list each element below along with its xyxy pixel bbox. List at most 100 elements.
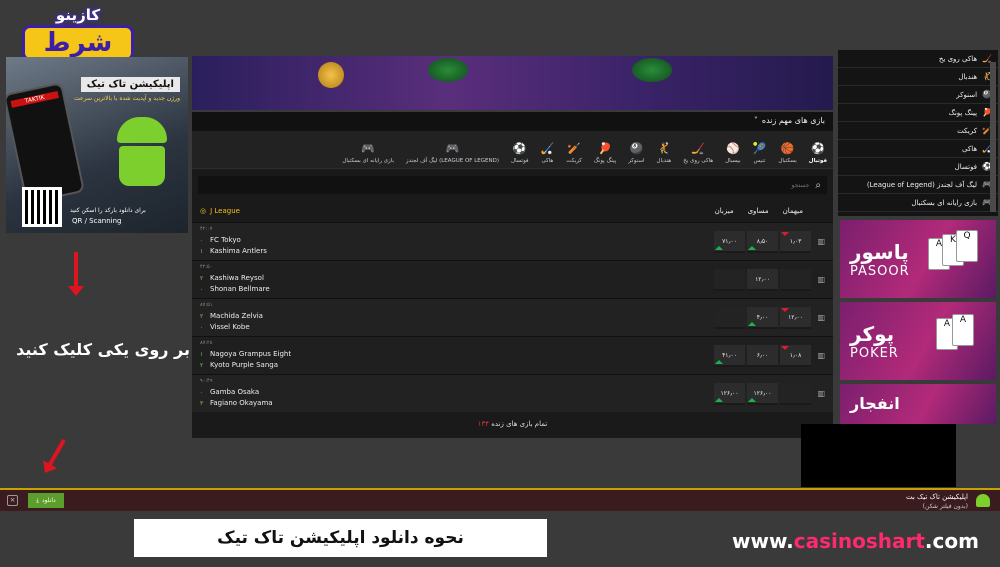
sidebar-sport-item[interactable]: 🎱 اسنوکر bbox=[838, 86, 998, 104]
odds-button[interactable]: ۸٫۵۰ bbox=[747, 231, 778, 253]
important-live-header[interactable]: بازی های مهم زنده ˅ bbox=[192, 112, 833, 131]
tab-sport[interactable]: 🎮 لیگ آف لجندز (LEAGUE OF LEGEND) bbox=[400, 142, 505, 164]
casinoshart-logo[interactable]: کازینو شرط bbox=[22, 6, 134, 64]
team-line: ۲ Machida Zelvia bbox=[200, 311, 263, 322]
ad-title: اپلیکیشن تاک تیک bbox=[80, 77, 180, 92]
casino-chip-icon bbox=[428, 58, 468, 82]
odds-button[interactable] bbox=[780, 269, 811, 291]
tab-label: هندبال bbox=[656, 158, 672, 164]
stats-icon[interactable]: ▥ bbox=[817, 237, 825, 246]
sport-icon: 🎮 bbox=[361, 142, 375, 155]
promo-title-fa: انفجار bbox=[850, 394, 900, 413]
tab-sport[interactable]: 🏀 بسکتبال bbox=[772, 142, 802, 164]
tab-label: بسکتبال bbox=[778, 158, 797, 164]
odds-button[interactable]: ۱۲۶٫۰۰ bbox=[714, 383, 745, 405]
odds-button[interactable]: ۱۲٫۰۰ bbox=[747, 269, 778, 291]
promo-crash[interactable]: انفجار bbox=[840, 384, 996, 424]
odds-button[interactable]: ۷۱٫۰۰ bbox=[714, 231, 745, 253]
tab-sport[interactable]: ⚾ بیسبال bbox=[719, 142, 746, 164]
search-icon[interactable]: ⌕ bbox=[815, 180, 821, 191]
odds-button[interactable] bbox=[714, 307, 745, 329]
tab-sport[interactable]: 🏓 پینگ پونگ bbox=[588, 142, 622, 164]
casino-hero-banner[interactable] bbox=[192, 56, 833, 110]
odds-button[interactable]: ۱۲٫۰۰ bbox=[780, 307, 811, 329]
sidebar-sport-item[interactable]: ⚽ فوتسال bbox=[838, 158, 998, 176]
promo-title-en: POKER bbox=[850, 346, 899, 361]
tab-label: تنیس bbox=[753, 158, 766, 164]
arrow-down-icon bbox=[68, 252, 84, 296]
sidebar-sport-item[interactable]: 🎮 لیگ آف لجندز (League of Legend) bbox=[838, 176, 998, 194]
download-bar-title: اپلیکیشن تاک تیک بت bbox=[905, 493, 968, 501]
tab-sport[interactable]: 🎮 بازی رایانه ای بسکتبال bbox=[336, 142, 400, 164]
odds-button[interactable]: ۱۲۶٫۰۰ bbox=[747, 383, 778, 405]
match-row[interactable]: ۸۷:۵۱ ۲ Machida Zelvia ۰ Vissel Kobe ۴٫۰۰ ۱۲٫۰… bbox=[192, 298, 833, 336]
sidebar-sport-item[interactable]: 🏑 هاکی bbox=[838, 140, 998, 158]
sidebar-item-label: پینگ پونگ bbox=[948, 108, 978, 117]
odds-button[interactable] bbox=[780, 383, 811, 405]
column-guest: میهمان bbox=[782, 207, 803, 215]
stats-icon[interactable]: ▥ bbox=[817, 275, 825, 284]
match-time: ۸۷:۲۸ bbox=[200, 340, 213, 346]
sidebar-sport-item[interactable]: 🏒 هاکی روی یخ bbox=[838, 50, 998, 68]
home-score: ۲ bbox=[200, 275, 204, 282]
tab-sport[interactable]: 🏏 کریکت bbox=[560, 142, 588, 164]
home-score: ۱ bbox=[200, 351, 204, 358]
match-row[interactable]: ۴۲:۰۷ ۰ FC Tokyo ۱ Kashima Antlers ۷۱٫۰۰ ۸٫۵۰ ۱… bbox=[192, 222, 833, 260]
odds-button[interactable] bbox=[714, 269, 745, 291]
android-icon bbox=[976, 494, 990, 507]
match-row[interactable]: ۸۷:۲۸ ۱ Nagoya Grampus Eight ۲ Kyoto Purple … bbox=[192, 336, 833, 374]
download-icon: ⤓ bbox=[36, 496, 39, 504]
odds-button[interactable]: ۱٫۰۸ bbox=[780, 345, 811, 367]
home-team: Kashiwa Reysol bbox=[210, 274, 264, 282]
qr-code-icon bbox=[22, 187, 62, 227]
tab-sport[interactable]: ⚽ فوتسال bbox=[505, 142, 535, 164]
stats-icon[interactable]: ▥ bbox=[817, 313, 825, 322]
sidebar-item-label: لیگ آف لجندز (League of Legend) bbox=[866, 180, 978, 189]
close-icon[interactable]: × bbox=[7, 495, 18, 506]
casino-chip-icon bbox=[318, 62, 344, 88]
sidebar-item-label: فوتسال bbox=[954, 162, 978, 171]
match-row[interactable]: ۹۰:۴۹ ۰ Gamba Osaka ۳ Fagiano Okayama ۱۲۶٫۰۰ ۱… bbox=[192, 374, 833, 412]
promo-title-en: PASOOR bbox=[850, 264, 910, 279]
promo-pasoor[interactable]: پاسور PASOOR AKQ bbox=[840, 220, 996, 298]
sidebar-scrollbar[interactable] bbox=[990, 62, 996, 212]
phone-brand: TAKTIK bbox=[10, 91, 59, 108]
taktik-app-ad-banner[interactable]: TAKTIK اپلیکیشن تاک تیک ورژن جدید و آپدی… bbox=[6, 57, 188, 233]
match-teams: ۱ Nagoya Grampus Eight ۲ Kyoto Purple Sanga bbox=[200, 349, 291, 371]
promo-poker[interactable]: پوکر POKER AA bbox=[840, 302, 996, 380]
sports-sidebar: 🏒 هاکی روی یخ 🤾 هندبال 🎱 اسنوکر 🏓 پینگ پونگ 🏏 کری… bbox=[838, 50, 998, 216]
tab-sport[interactable]: ⚽ فوتبال bbox=[803, 142, 833, 164]
search-bar: ⌕ bbox=[198, 176, 827, 194]
sidebar-sport-item[interactable]: 🏓 پینگ پونگ bbox=[838, 104, 998, 122]
team-line: ۰ Gamba Osaka bbox=[200, 387, 273, 398]
team-line: ۱ Nagoya Grampus Eight bbox=[200, 349, 291, 360]
tab-label: هاکی روی یخ bbox=[683, 158, 714, 164]
team-line: ۲ Kashiwa Reysol bbox=[200, 273, 270, 284]
tab-sport[interactable]: 🎾 تنیس bbox=[747, 142, 773, 164]
sidebar-sport-item[interactable]: 🎮 بازی رایانه ای بسکتبال bbox=[838, 194, 998, 212]
tab-sport[interactable]: 🎱 اسنوکر bbox=[622, 142, 650, 164]
tab-sport[interactable]: 🤾 هندبال bbox=[651, 142, 678, 164]
tab-sport[interactable]: 🏒 هاکی روی یخ bbox=[677, 142, 719, 164]
odds-button[interactable]: ۴٫۰۰ bbox=[747, 307, 778, 329]
odds-button[interactable]: ۱٫۰۳ bbox=[780, 231, 811, 253]
sidebar-sport-item[interactable]: 🤾 هندبال bbox=[838, 68, 998, 86]
sport-icon: 🎮 bbox=[445, 142, 460, 155]
instruction-text: بر روی یکی کلیک کنید bbox=[16, 340, 190, 359]
sidebar-sport-item[interactable]: 🏏 کریکت bbox=[838, 122, 998, 140]
overlay-box bbox=[801, 424, 956, 487]
stats-icon[interactable]: ▥ bbox=[817, 389, 825, 398]
qr-scanning-label: QR / Scanning bbox=[72, 217, 122, 225]
odds-button[interactable]: ۴۱٫۰۰ bbox=[714, 345, 745, 367]
odds-button[interactable]: ۶٫۰۰ bbox=[747, 345, 778, 367]
sport-icon: ⚾ bbox=[726, 142, 740, 155]
odds-group: ۱۲٫۰۰ bbox=[714, 269, 811, 291]
stats-icon[interactable]: ▥ bbox=[817, 351, 825, 360]
home-score: ۲ bbox=[200, 313, 204, 320]
tab-sport[interactable]: 🏑 هاکی bbox=[535, 142, 561, 164]
search-input[interactable] bbox=[204, 181, 810, 189]
download-button[interactable]: دانلود ⤓ bbox=[28, 493, 64, 508]
match-row[interactable]: ۴۲:۵۰ ۲ Kashiwa Reysol ۰ Shonan Bellmare ۱۲٫۰… bbox=[192, 260, 833, 298]
league-name: J League bbox=[210, 207, 240, 215]
all-live-games-link[interactable]: تمام بازی های زنده ۱۳۴ bbox=[192, 412, 833, 436]
